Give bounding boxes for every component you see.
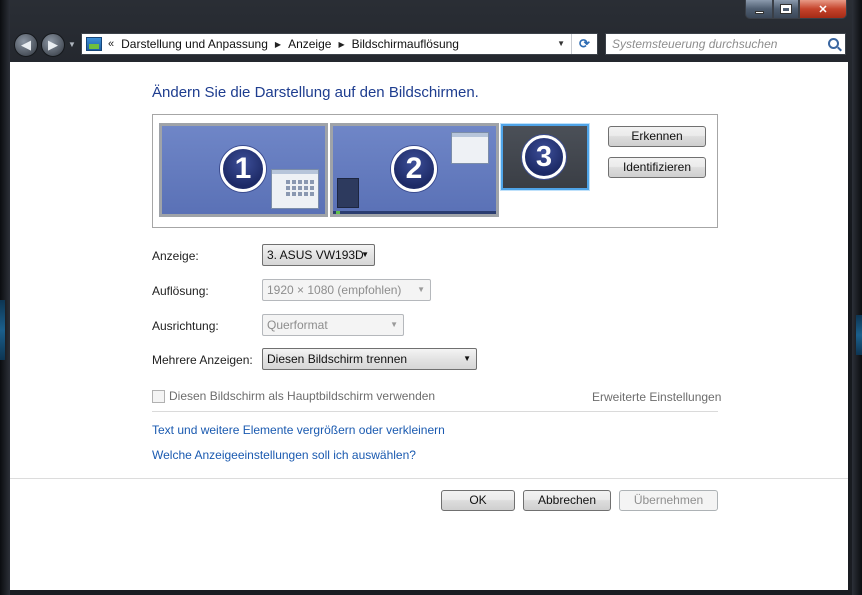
footer-divider [10, 478, 848, 479]
primary-display-checkbox[interactable] [152, 389, 165, 403]
identify-button[interactable]: Identifizieren [608, 157, 706, 178]
refresh-icon: ⟳ [579, 36, 590, 51]
desktop-glimpse-left [0, 300, 5, 360]
close-button[interactable]: ✕ [799, 0, 847, 19]
divider [152, 411, 718, 412]
chevron-down-icon: ▼ [390, 320, 398, 329]
multiple-displays-select[interactable]: Diesen Bildschirm trennen ▼ [262, 348, 477, 370]
text-size-link[interactable]: Text und weitere Elemente vergrößern ode… [152, 423, 445, 437]
monitor-3[interactable]: 3 [501, 124, 589, 190]
breadcrumb-overflow[interactable]: « [108, 38, 114, 50]
monitor-1[interactable]: 1 [159, 123, 328, 217]
monitor-2[interactable]: 2 [330, 123, 499, 217]
back-button[interactable]: ◀ [14, 33, 38, 57]
breadcrumb-darstellung[interactable]: Darstellung und Anpassung [121, 37, 268, 51]
resolution-label: Auflösung: [152, 284, 209, 298]
orientation-select-value: Querformat [267, 318, 328, 332]
start-menu-icon [271, 169, 319, 209]
cancel-button[interactable]: Abbrechen [523, 490, 611, 511]
taskbar-strip [333, 211, 496, 214]
display-select[interactable]: 3. ASUS VW193D ▼ [262, 244, 375, 266]
maximize-button[interactable] [773, 0, 799, 19]
content-area: Ändern Sie die Darstellung auf den Bilds… [10, 62, 848, 590]
multiple-displays-select-value: Diesen Bildschirm trennen [267, 352, 408, 366]
display-select-value: 3. ASUS VW193D [267, 248, 364, 262]
recent-pages-dropdown[interactable]: ▼ [68, 40, 76, 49]
display-settings-help-link[interactable]: Welche Anzeigeeinstellungen soll ich aus… [152, 448, 416, 462]
minimize-button[interactable] [745, 0, 773, 19]
refresh-button[interactable]: ⟳ [571, 34, 597, 54]
breadcrumb-anzeige[interactable]: Anzeige [288, 37, 331, 51]
primary-display-checkbox-label: Diesen Bildschirm als Hauptbildschirm ve… [169, 389, 436, 403]
page-title: Ändern Sie die Darstellung auf den Bilds… [152, 84, 479, 101]
breadcrumb-bildschirmaufloesung[interactable]: Bildschirmauflösung [352, 37, 459, 51]
close-icon: ✕ [818, 3, 828, 16]
chevron-down-icon: ▼ [417, 285, 425, 294]
window-preview-icon [451, 132, 489, 164]
orientation-label: Ausrichtung: [152, 319, 219, 333]
multiple-displays-label: Mehrere Anzeigen: [152, 353, 253, 367]
breadcrumb-arrow-icon[interactable]: ▶ [275, 40, 281, 49]
forward-arrow-icon: ▶ [48, 37, 58, 52]
resolution-select-value: 1920 × 1080 (empfohlen) [267, 283, 402, 297]
desktop-edge-left [0, 0, 10, 595]
minimize-icon [754, 10, 764, 14]
control-panel-icon [86, 37, 102, 51]
display-label: Anzeige: [152, 249, 199, 263]
primary-display-option: Diesen Bildschirm als Hauptbildschirm ve… [152, 389, 435, 403]
maximize-icon [780, 4, 792, 14]
start-orb-icon [336, 211, 340, 214]
orientation-select[interactable]: Querformat ▼ [262, 314, 404, 336]
apply-button[interactable]: Übernehmen [619, 490, 718, 511]
search-box [605, 33, 846, 55]
back-arrow-icon: ◀ [21, 37, 31, 52]
search-input[interactable] [612, 34, 822, 54]
monitor-number-badge: 1 [220, 146, 266, 192]
address-dropdown-icon[interactable]: ▼ [557, 39, 565, 48]
resolution-select[interactable]: 1920 × 1080 (empfohlen) ▼ [262, 279, 431, 301]
breadcrumb-arrow-icon[interactable]: ▶ [338, 40, 344, 49]
detect-button[interactable]: Erkennen [608, 126, 706, 147]
search-icon[interactable] [828, 38, 839, 49]
desktop-edge-right [852, 0, 862, 595]
desktop-glimpse-right [856, 315, 862, 355]
address-bar[interactable]: « Darstellung und Anpassung ▶ Anzeige ▶ … [81, 33, 598, 55]
chevron-down-icon: ▼ [361, 250, 369, 259]
monitor-number-badge: 2 [391, 146, 437, 192]
monitor-number-badge: 3 [522, 135, 566, 179]
taskbar-preview-icon [337, 178, 359, 208]
advanced-settings-link[interactable]: Erweiterte Einstellungen [592, 390, 721, 404]
forward-button[interactable]: ▶ [41, 33, 65, 57]
chevron-down-icon: ▼ [463, 354, 471, 363]
caption-buttons: ✕ [745, 0, 847, 20]
ok-button[interactable]: OK [441, 490, 515, 511]
